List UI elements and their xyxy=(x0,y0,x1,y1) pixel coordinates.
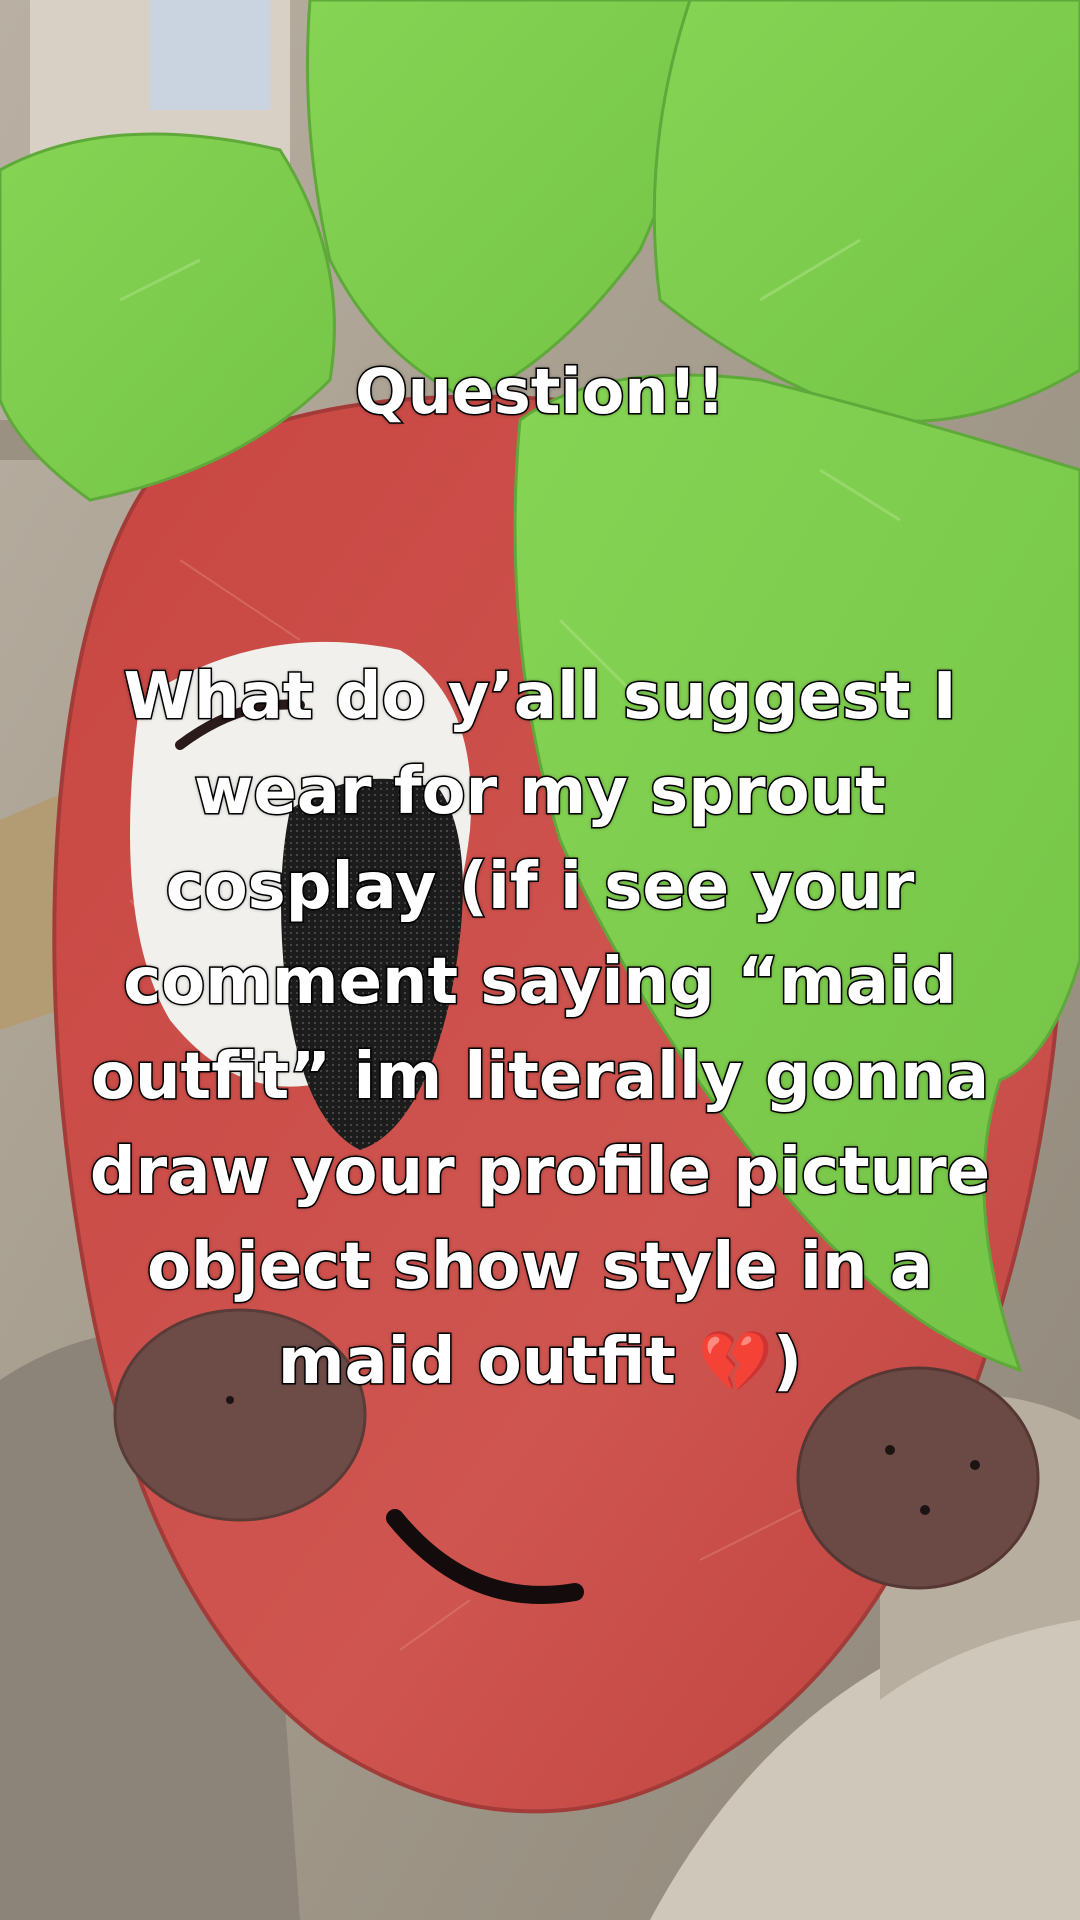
caption-line: wear for my sprout xyxy=(193,754,888,831)
caption-last-line-close: ) xyxy=(771,1324,803,1401)
caption-line: outfit” im literally gonna xyxy=(90,1039,991,1116)
photo-scene: Question!! What do y’all suggest I wear … xyxy=(0,0,1080,1920)
window-glow xyxy=(150,0,270,110)
broken-heart-icon: 💔 xyxy=(698,1327,773,1397)
caption-line: What do y’all suggest I xyxy=(122,659,958,736)
caption-line: object show style in a xyxy=(146,1229,935,1306)
caption-title: Question!! xyxy=(354,354,727,430)
caption-last-line: maid outfit 💔) xyxy=(40,1315,1040,1410)
caption-last-line-text: maid outfit xyxy=(276,1324,699,1401)
caption-line: draw your profile picture xyxy=(88,1134,991,1211)
caption-line: cosplay (if i see your xyxy=(164,849,916,926)
caption-body: What do y’all suggest I wear for my spro… xyxy=(40,650,1040,1410)
caption-line: comment saying “maid xyxy=(122,944,958,1021)
